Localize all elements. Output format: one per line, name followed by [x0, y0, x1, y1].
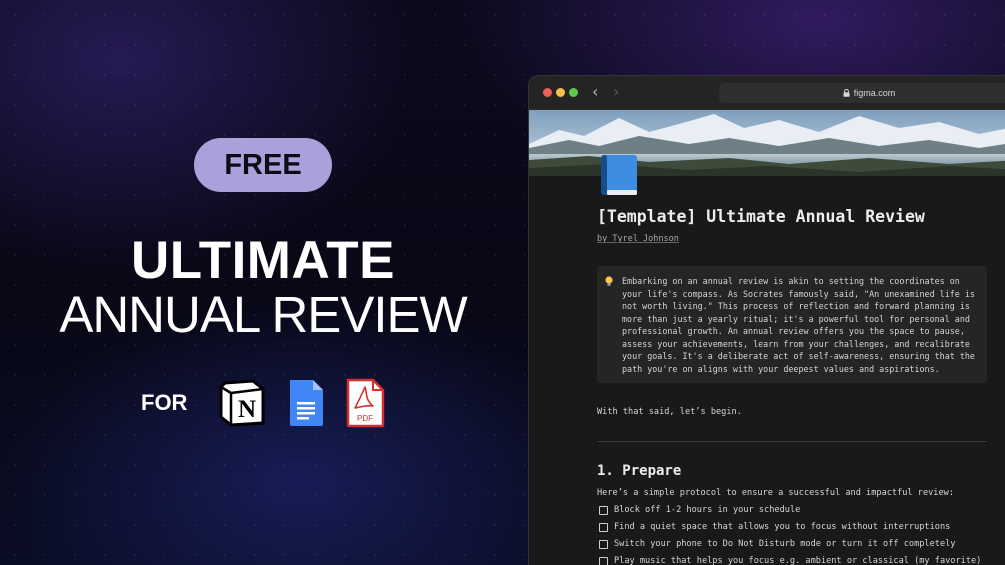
address-bar[interactable]: figma.com: [719, 83, 1005, 103]
todo-item: Play music that helps you focus e.g. amb…: [599, 556, 981, 565]
todo-item: Block off 1-2 hours in your schedule: [599, 505, 800, 515]
todo-checkbox[interactable]: [599, 522, 608, 532]
document-title: [Template] Ultimate Annual Review: [597, 207, 925, 226]
maximize-window-button[interactable]: [569, 88, 578, 97]
todo-item: Find a quiet space that allows you to fo…: [599, 522, 950, 532]
minimize-window-button[interactable]: [556, 88, 565, 97]
divider: [597, 441, 987, 442]
close-window-button[interactable]: [543, 88, 552, 97]
todo-label: Play music that helps you focus e.g. amb…: [614, 556, 982, 565]
section-heading-prepare: 1. Prepare: [597, 463, 682, 479]
todo-label: Find a quiet space that allows you to fo…: [614, 522, 951, 532]
forward-arrow-icon[interactable]: ›: [613, 84, 619, 100]
hero-subtitle: ANNUAL REVIEW: [59, 286, 467, 343]
browser-toolbar: ‹ › figma.com: [529, 76, 1005, 110]
notion-icon: N: [218, 378, 266, 428]
google-docs-icon: [287, 378, 325, 428]
blue-book-icon: [597, 152, 641, 198]
pdf-icon: PDF: [345, 378, 385, 428]
lightbulb-icon: [605, 276, 613, 286]
free-badge: FREE: [194, 138, 332, 192]
free-badge-label: FREE: [224, 148, 302, 181]
intro-callout: Embarking on an annual review is akin to…: [597, 266, 987, 383]
intro-paragraph: With that said, let’s begin.: [597, 407, 742, 417]
for-label: FOR: [141, 390, 188, 415]
url-text: figma.com: [853, 88, 896, 98]
notion-glyph: N: [238, 396, 256, 423]
hero-title: ULTIMATE: [130, 231, 396, 290]
back-arrow-icon[interactable]: ‹: [592, 84, 598, 100]
todo-label: Switch your phone to Do Not Disturb mode…: [614, 539, 956, 549]
lock-icon: [843, 89, 850, 97]
todo-label: Block off 1-2 hours in your schedule: [614, 505, 801, 515]
todo-item: Switch your phone to Do Not Disturb mode…: [599, 539, 955, 549]
pdf-icon-label: PDF: [357, 414, 373, 423]
todo-checkbox[interactable]: [599, 556, 608, 565]
callout-text: Embarking on an annual review is akin to…: [622, 276, 975, 374]
protocol-paragraph: Here’s a simple protocol to ensure a suc…: [597, 488, 954, 498]
todo-checkbox[interactable]: [599, 539, 608, 549]
todo-checkbox[interactable]: [599, 505, 608, 515]
author-link[interactable]: by Tyrel Johnson: [597, 234, 679, 244]
browser-window: ‹ › figma.com [Template] Ultimate Annual…: [528, 75, 1005, 565]
